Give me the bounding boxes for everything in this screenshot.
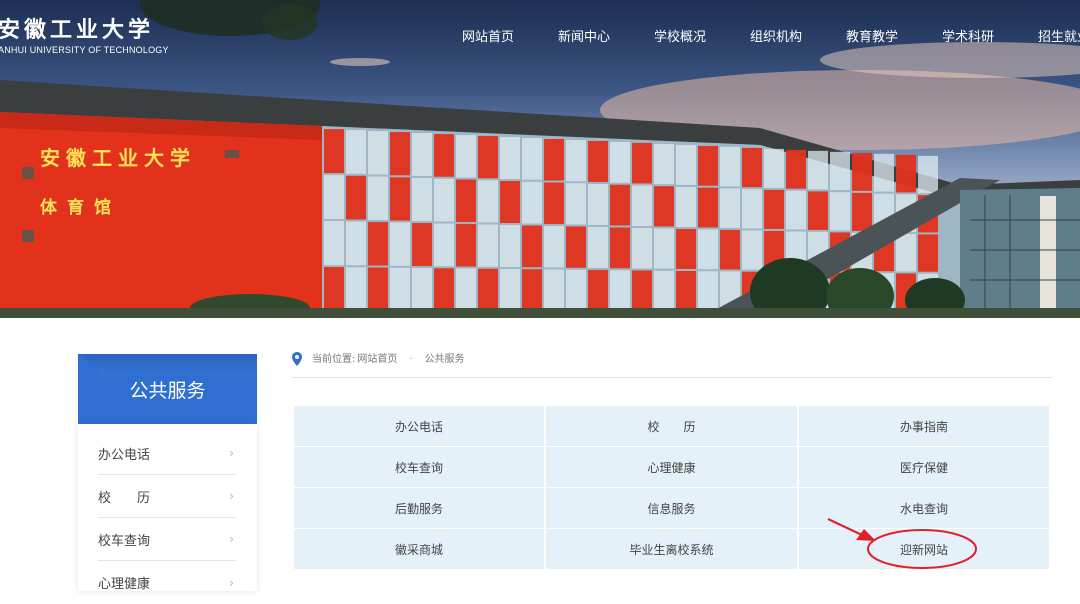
sidebar-menu: 办公电话 › 校 历 › 校车查询 › 心理健康 › [78, 424, 257, 592]
service-information[interactable]: 信息服务 [546, 488, 797, 528]
service-shuttle-bus[interactable]: 校车查询 [294, 447, 544, 487]
service-freshman-site[interactable]: 迎新网站 [799, 529, 1049, 569]
service-utilities[interactable]: 水电查询 [799, 488, 1049, 528]
main-nav: 网站首页 新闻中心 学校概况 组织机构 教育教学 学术科研 招生就业 [440, 26, 1080, 46]
nav-admissions[interactable]: 招生就业 [1016, 26, 1080, 46]
sidebar-item-mental-health[interactable]: 心理健康 › [98, 561, 236, 604]
service-guide[interactable]: 办事指南 [799, 406, 1049, 446]
logo-chinese-name: 安徽工业大学 [0, 17, 155, 43]
building-sign-line1: 安徽工业大学 [40, 146, 196, 170]
sidebar-item-shuttle-bus[interactable]: 校车查询 › [98, 518, 236, 561]
sidebar-title: 公共服务 [129, 379, 206, 402]
sidebar-item-calendar[interactable]: 校 历 › [98, 475, 236, 518]
service-mental-health[interactable]: 心理健康 [546, 447, 797, 487]
service-medical[interactable]: 医疗保健 [799, 447, 1049, 487]
building-sign-line2: 体育馆 [40, 198, 121, 218]
chevron-right-icon: › [229, 446, 234, 460]
nav-organization[interactable]: 组织机构 [728, 26, 824, 46]
sidebar-item-label: 办公电话 [98, 447, 151, 463]
service-calendar[interactable]: 校 历 [546, 406, 797, 446]
sidebar-title-block: 公共服务 [78, 354, 257, 424]
breadcrumb-prefix: 当前位置: [312, 354, 356, 365]
location-pin-icon [292, 352, 302, 366]
service-logistics[interactable]: 后勤服务 [294, 488, 544, 528]
breadcrumb-separator: · [409, 354, 413, 365]
nav-news[interactable]: 新闻中心 [536, 26, 632, 46]
nav-about[interactable]: 学校概况 [632, 26, 728, 46]
service-office-phone[interactable]: 办公电话 [294, 406, 544, 446]
chevron-right-icon: › [229, 489, 234, 503]
nav-research[interactable]: 学术科研 [920, 26, 1016, 46]
sidebar-item-label: 校车查询 [98, 533, 151, 549]
chevron-right-icon: › [229, 532, 234, 546]
breadcrumb: 当前位置: 网站首页 · 公共服务 [292, 352, 1052, 378]
chevron-right-icon: › [229, 575, 234, 590]
nav-home[interactable]: 网站首页 [440, 26, 536, 46]
service-graduation-system[interactable]: 毕业生离校系统 [546, 529, 797, 569]
services-grid: 办公电话 校 历 办事指南 校车查询 心理健康 医疗保健 后勤服务 信息服务 水… [294, 406, 1049, 569]
sidebar-item-office-phone[interactable]: 办公电话 › [98, 432, 236, 475]
logo-english-name: ANHUI UNIVERSITY OF TECHNOLOGY [0, 45, 169, 55]
site-logo[interactable]: 安徽工业大学 ANHUI UNIVERSITY OF TECHNOLOGY [0, 12, 200, 60]
building-sign: 安徽工业大学 体育馆 [40, 142, 196, 218]
nav-education[interactable]: 教育教学 [824, 26, 920, 46]
sidebar-title-shade [78, 354, 257, 376]
service-mall[interactable]: 徽采商城 [294, 529, 544, 569]
hero-banner: 安徽工业大学 体育馆 安徽工业大学 ANHUI UNIVERSITY OF TE… [0, 0, 1080, 318]
breadcrumb-home-link[interactable]: 网站首页 [357, 352, 397, 368]
sidebar-item-label: 心理健康 [98, 577, 151, 592]
sidebar-item-label: 校 历 [98, 490, 151, 506]
breadcrumb-current[interactable]: 公共服务 [425, 352, 465, 368]
